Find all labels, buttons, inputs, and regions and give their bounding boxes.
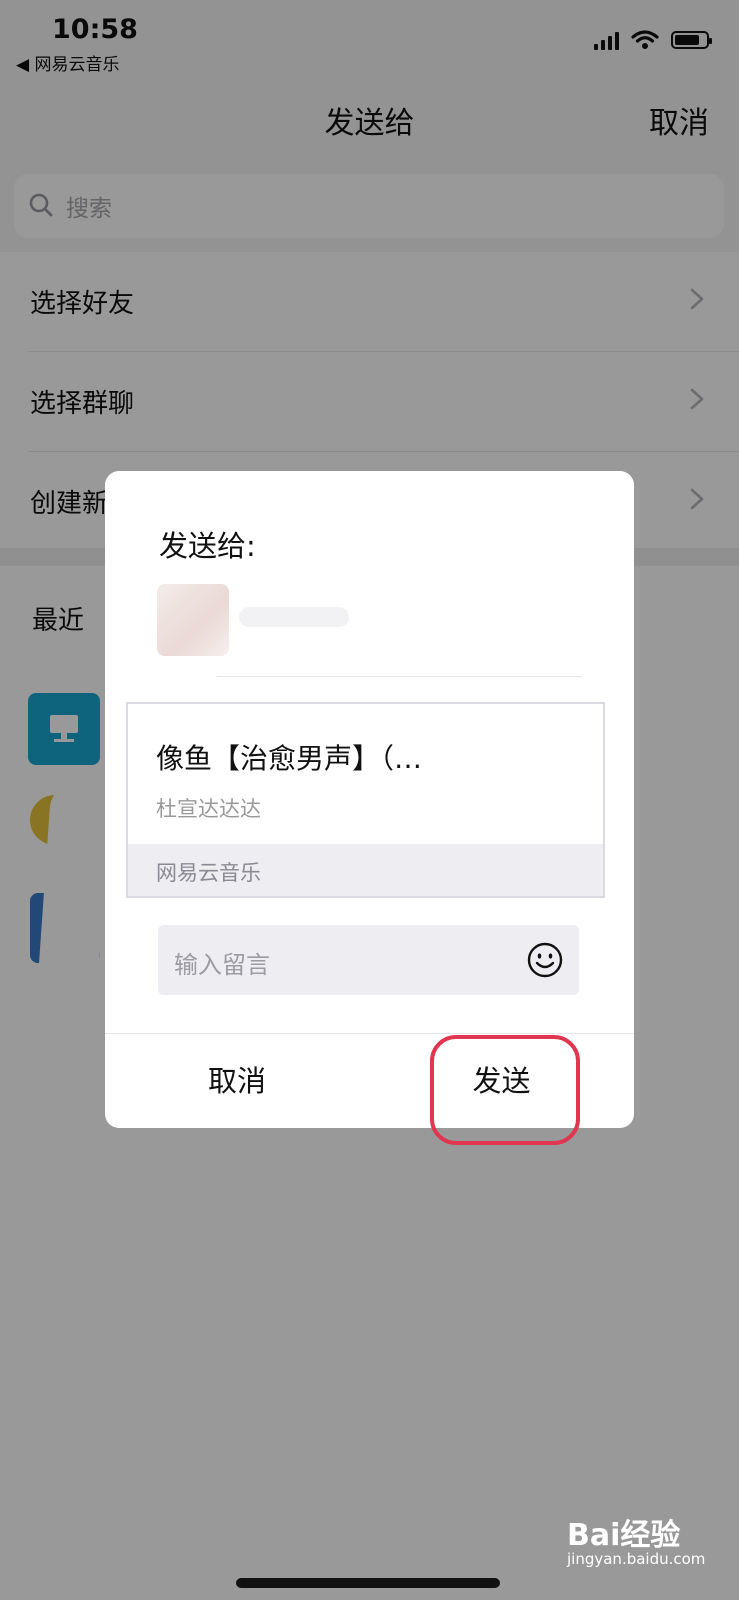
message-input[interactable]: 输入留言 bbox=[158, 925, 579, 995]
source-app-label: 网易云音乐 bbox=[156, 861, 261, 885]
watermark: Bai经验 jingyan.baidu.com bbox=[567, 1510, 705, 1568]
shared-song-card: 像鱼【治愈男声】（… 杜宣达达达 网易云音乐 bbox=[126, 702, 605, 898]
red-highlight-annotation bbox=[430, 1035, 580, 1145]
recipient-name-redacted bbox=[239, 607, 349, 627]
recipient-avatar bbox=[157, 584, 229, 656]
share-page: 10:58 ◀ 网易云音乐 发送给 取消 搜索 选择好友 选择群聊 创建新 最近… bbox=[0, 0, 739, 1600]
dialog-title: 发送给: bbox=[159, 529, 256, 563]
watermark-url: jingyan.baidu.com bbox=[567, 1550, 706, 1568]
divider bbox=[217, 676, 582, 677]
watermark-logo-text: Bai经验 bbox=[567, 1518, 681, 1553]
song-sharer: 杜宣达达达 bbox=[156, 797, 261, 821]
send-confirm-dialog: 发送给: 像鱼【治愈男声】（… 杜宣达达达 网易云音乐 输入留言 取消 发送 bbox=[105, 471, 634, 1128]
dialog-cancel-button[interactable]: 取消 bbox=[105, 1034, 369, 1128]
emoji-icon[interactable] bbox=[527, 942, 563, 978]
message-placeholder: 输入留言 bbox=[174, 951, 270, 979]
card-source-bar: 网易云音乐 bbox=[128, 844, 603, 896]
home-indicator[interactable] bbox=[236, 1578, 500, 1588]
song-title: 像鱼【治愈男声】（… bbox=[156, 742, 423, 775]
